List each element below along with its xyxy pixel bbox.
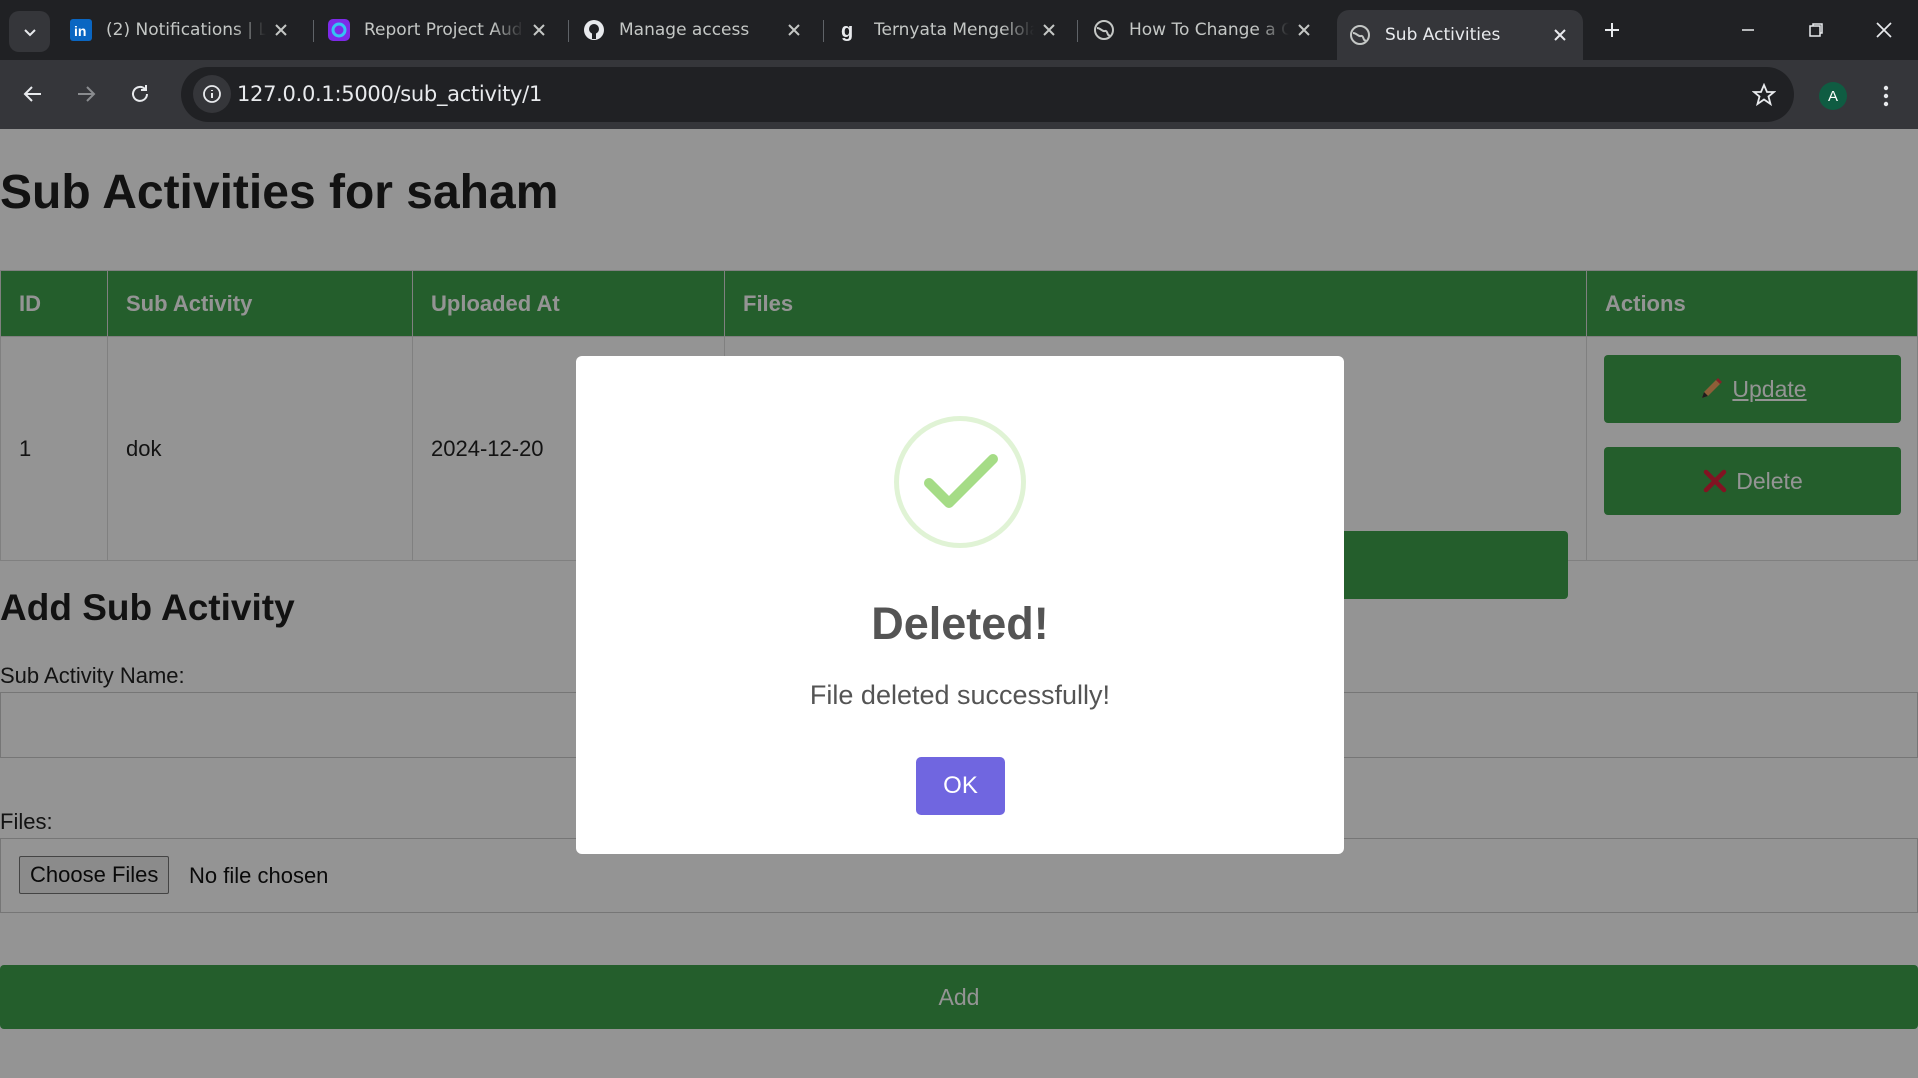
close-icon[interactable]	[270, 19, 292, 41]
tab-how-to-change[interactable]: How To Change a Git	[1093, 10, 1315, 50]
tab-title: (2) Notifications | LinkedIn	[106, 20, 266, 40]
linkedin-icon: in	[70, 19, 92, 41]
canva-icon	[328, 19, 350, 41]
profile-avatar[interactable]: A	[1819, 82, 1847, 110]
info-icon	[203, 85, 221, 103]
restore-button[interactable]	[1786, 0, 1846, 60]
address-bar[interactable]: 127.0.0.1:5000/sub_activity/1	[181, 67, 1794, 122]
close-icon[interactable]	[1293, 19, 1315, 41]
restore-icon	[1809, 23, 1823, 37]
tab-github[interactable]: Manage access	[583, 10, 805, 50]
browser-toolbar: 127.0.0.1:5000/sub_activity/1 A	[0, 60, 1918, 129]
close-icon[interactable]	[528, 19, 550, 41]
minimize-button[interactable]	[1718, 0, 1778, 60]
tab-divider	[1077, 20, 1078, 42]
arrow-right-icon	[78, 86, 96, 102]
tab-title: Ternyata Mengelola	[874, 20, 1034, 40]
github-icon	[583, 19, 605, 41]
svg-text:g: g	[841, 20, 853, 41]
reload-icon	[132, 85, 148, 102]
chevron-down-icon	[23, 28, 36, 36]
tab-divider	[313, 20, 314, 42]
reload-button[interactable]	[120, 74, 160, 114]
window-close-button[interactable]	[1854, 0, 1914, 60]
g-icon: g	[838, 19, 860, 41]
close-icon[interactable]	[783, 19, 805, 41]
back-button[interactable]	[13, 74, 53, 114]
forward-button[interactable]	[66, 74, 106, 114]
star-icon	[1752, 83, 1776, 107]
tab-ternyata[interactable]: g Ternyata Mengelola	[838, 10, 1060, 50]
more-vertical-icon	[1883, 85, 1889, 107]
tab-title: Sub Activities	[1385, 25, 1501, 45]
tab-title: Manage access	[619, 20, 750, 40]
tab-report[interactable]: Report Project Audit	[328, 10, 550, 50]
close-icon	[1876, 22, 1892, 38]
svg-text:in: in	[74, 23, 86, 39]
dialog-message: File deleted successfully!	[809, 680, 1111, 710]
tab-linkedin[interactable]: in (2) Notifications | LinkedIn	[70, 10, 292, 50]
plus-icon	[1605, 23, 1619, 37]
dialog-title: Deleted!	[871, 598, 1049, 649]
tab-sub-activities[interactable]: Sub Activities	[1337, 10, 1583, 60]
check-icon	[924, 454, 998, 508]
url-text[interactable]: 127.0.0.1:5000/sub_activity/1	[237, 82, 542, 106]
tab-search-button[interactable]	[9, 11, 50, 52]
close-icon[interactable]	[1038, 19, 1060, 41]
success-check-icon	[894, 416, 1026, 548]
success-dialog: Deleted! File deleted successfully! OK	[576, 356, 1344, 854]
tab-divider	[823, 20, 824, 42]
close-icon[interactable]	[1549, 24, 1571, 46]
site-info-button[interactable]	[193, 75, 231, 113]
globe-icon	[1349, 24, 1371, 46]
browser-menu-button[interactable]	[1872, 76, 1900, 116]
tab-divider	[568, 20, 569, 42]
ok-button[interactable]: OK	[916, 757, 1005, 815]
minimize-icon	[1742, 29, 1754, 31]
new-tab-button[interactable]	[1596, 14, 1628, 46]
bookmark-button[interactable]	[1748, 79, 1780, 111]
arrow-left-icon	[23, 86, 41, 102]
globe-icon	[1093, 19, 1115, 41]
browser-tab-bar: in (2) Notifications | LinkedIn Report P…	[0, 0, 1918, 60]
tab-title: Report Project Audit	[364, 20, 524, 40]
tab-title: How To Change a Git	[1129, 20, 1289, 40]
